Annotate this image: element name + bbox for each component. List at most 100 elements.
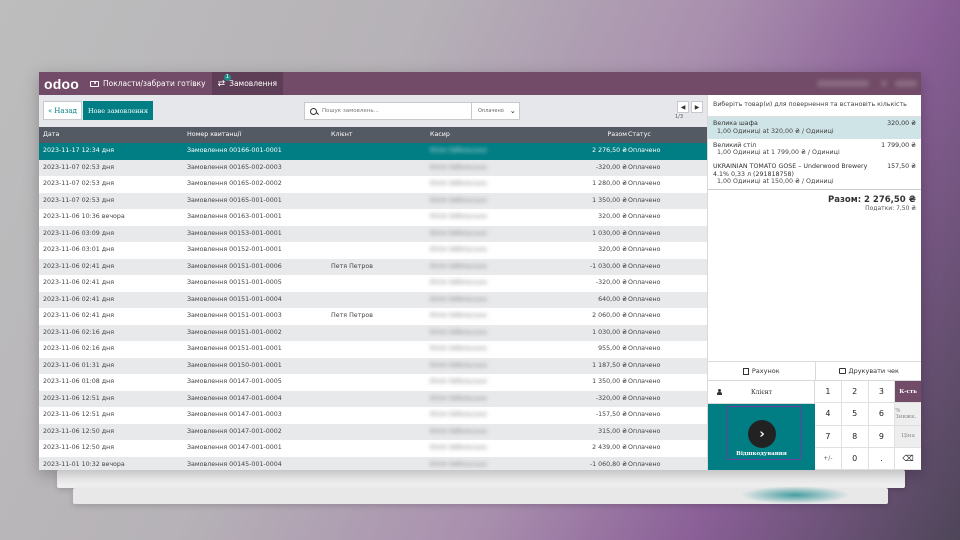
order-cashier: Юлія Забельська <box>430 394 487 402</box>
backspace-button[interactable]: ⌫ <box>895 447 921 470</box>
order-row[interactable]: 2023-11-06 02:41 дня Замовлення 00151-001… <box>39 308 707 325</box>
orders-button[interactable]: ⇄ 1 Замовлення <box>211 72 283 95</box>
orderline-product-name: Велика шафа <box>713 120 758 127</box>
invoice-button[interactable]: Рахунок <box>708 362 816 380</box>
orderline-detail: 1,00 Одиниці at 320,00 ₴ / Одиниці <box>717 127 834 135</box>
header-client: Клієнт <box>331 131 353 138</box>
orders-label: Замовлення <box>229 79 277 88</box>
order-status: Оплачено <box>628 378 661 385</box>
next-page-button[interactable]: ▶ <box>691 101 703 113</box>
order-row[interactable]: 2023-11-07 02:53 дня Замовлення 00165-001… <box>39 192 707 209</box>
client-label: Клієнт <box>751 388 773 396</box>
order-row[interactable]: 2023-11-06 03:01 дня Замовлення 00152-001… <box>39 242 707 259</box>
search-input[interactable] <box>322 108 472 114</box>
order-date: 2023-11-06 02:16 дня <box>43 328 115 336</box>
order-row[interactable]: 2023-11-01 10:32 вечора Замовлення 00145-… <box>39 456 707 470</box>
key-8[interactable]: 8 <box>841 425 869 448</box>
orderline-product-name: Великий стіл <box>713 141 757 149</box>
key-4[interactable]: 4 <box>815 403 842 426</box>
order-row[interactable]: 2023-11-06 12:51 дня Замовлення 00147-001… <box>39 407 707 424</box>
key-0[interactable]: 0 <box>841 447 869 470</box>
order-receipt-number: Замовлення 00147-001-0004 <box>187 394 282 402</box>
discount-mode-button[interactable]: % Знижк. <box>895 403 921 426</box>
order-row[interactable]: 2023-11-06 02:16 дня Замовлення 00151-001… <box>39 341 707 358</box>
key-7[interactable]: 7 <box>815 425 842 448</box>
order-date: 2023-11-07 02:53 дня <box>43 180 115 187</box>
order-date: 2023-11-06 12:50 дня <box>43 444 115 451</box>
orderline[interactable]: Велика шафа 320,00 ₴ 1,00 Одиниці at 320,0… <box>708 117 921 139</box>
odoo-logo: odoo <box>44 75 80 92</box>
order-status: Оплачено <box>628 328 661 336</box>
order-row[interactable]: 2023-11-06 10:36 вечора Замовлення 00163-… <box>39 209 707 226</box>
order-status: Оплачено <box>628 180 661 187</box>
status-filter-select[interactable]: Оплачено ⌄ <box>471 103 519 119</box>
refund-payment-button[interactable]: › Відшкодування <box>708 404 815 470</box>
order-row[interactable]: 2023-11-06 01:31 дня Замовлення 00150-001… <box>39 357 707 374</box>
order-total-amount: 1 350,00 ₴ <box>592 378 627 385</box>
document-icon <box>742 367 749 375</box>
key-2[interactable]: 2 <box>841 381 869 404</box>
order-row[interactable]: 2023-11-07 02:53 дня Замовлення 00165-002… <box>39 159 707 176</box>
order-receipt-number: Замовлення 00166-001-0001 <box>187 147 282 154</box>
price-mode-button[interactable]: Ціна <box>895 425 921 448</box>
order-row[interactable]: 2023-11-06 02:16 дня Замовлення 00151-001… <box>39 324 707 341</box>
order-cashier: Юлія Забельська <box>430 460 487 468</box>
order-cashier: Юлія Забельська <box>430 378 487 385</box>
orderline[interactable]: Великий стіл 1 799,00 ₴ 1,00 Одиниці at 1 … <box>708 139 921 161</box>
top-navbar: odoo Покласти/забрати готівку ⇄ 1 Замовле… <box>39 72 921 95</box>
order-total-amount: 1 187,50 ₴ <box>592 361 627 369</box>
cash-in-out-button[interactable]: Покласти/забрати готівку <box>84 72 212 95</box>
back-arrow-icon: « <box>48 106 53 115</box>
orders-list-panel: « Назад Нове замовлення Оплачено ⌄ ◀ ▶ 1… <box>39 95 707 470</box>
order-receipt-number: Замовлення 00151-001-0005 <box>187 279 282 286</box>
print-receipt-button[interactable]: Друкувати чек <box>816 362 922 380</box>
user-icon <box>717 389 722 395</box>
order-total-amount: 1 030,00 ₴ <box>592 328 627 336</box>
order-client: Петя Петров <box>331 312 373 319</box>
back-button[interactable]: « Назад <box>43 101 82 120</box>
status-filter-value: Оплачено <box>478 108 504 114</box>
orderline[interactable]: UKRAINIAN TOMATO GOSE – Underwood Brewer… <box>708 160 921 189</box>
order-row[interactable]: 2023-11-06 12:50 дня Замовлення 00147-001… <box>39 440 707 457</box>
plus-minus-button[interactable]: +/- <box>815 447 842 470</box>
previous-page-button[interactable]: ◀ <box>677 101 689 113</box>
orders-table-body: 2023-11-17 12:34 дня Замовлення 00166-001… <box>39 143 707 470</box>
key-1[interactable]: 1 <box>815 381 842 404</box>
order-row[interactable]: 2023-11-06 03:09 дня Замовлення 00153-001… <box>39 225 707 242</box>
order-summary: Разом: 2 276,50 ₴ Податки: 7,50 ₴ <box>708 189 921 212</box>
order-row[interactable]: 2023-11-06 02:41 дня Замовлення 00151-001… <box>39 291 707 308</box>
order-row[interactable]: 2023-11-06 02:41 дня Замовлення 00151-001… <box>39 275 707 292</box>
order-row[interactable]: 2023-11-06 02:41 дня Замовлення 00151-001… <box>39 258 707 275</box>
order-row[interactable]: 2023-11-06 01:08 дня Замовлення 00147-001… <box>39 374 707 391</box>
order-row[interactable]: 2023-11-06 12:50 дня Замовлення 00147-001… <box>39 423 707 440</box>
new-order-button[interactable]: Нове замовлення <box>83 101 153 120</box>
order-receipt-number: Замовлення 00153-001-0001 <box>187 229 282 237</box>
order-row[interactable]: 2023-11-17 12:34 дня Замовлення 00166-001… <box>39 143 707 160</box>
decimal-button[interactable]: . <box>868 447 896 470</box>
order-date: 2023-11-06 02:16 дня <box>43 345 115 352</box>
order-row[interactable]: 2023-11-07 02:53 дня Замовлення 00165-002… <box>39 176 707 193</box>
order-total-amount: 955,00 ₴ <box>598 345 627 352</box>
order-status: Оплачено <box>628 262 661 270</box>
order-cashier: Юлія Забельська <box>430 163 487 171</box>
order-date: 2023-11-06 03:09 дня <box>43 229 115 237</box>
quantity-mode-button[interactable]: К-сть <box>895 381 921 404</box>
order-status: Оплачено <box>628 246 661 253</box>
order-receipt-number: Замовлення 00150-001-0001 <box>187 361 282 369</box>
order-status: Оплачено <box>628 411 661 418</box>
order-date: 2023-11-01 10:32 вечора <box>43 460 125 468</box>
order-actions: Рахунок Друкувати чек <box>708 361 921 381</box>
key-6[interactable]: 6 <box>868 403 896 426</box>
order-receipt-number: Замовлення 00165-001-0001 <box>187 196 282 204</box>
order-total-amount: 320,00 ₴ <box>598 213 627 220</box>
key-9[interactable]: 9 <box>868 425 896 448</box>
key-3[interactable]: 3 <box>868 381 896 404</box>
order-row[interactable]: 2023-11-06 12:51 дня Замовлення 00147-001… <box>39 390 707 407</box>
order-cashier: Юлія Забельська <box>430 312 487 319</box>
client-button[interactable]: Клієнт <box>708 381 815 404</box>
key-5[interactable]: 5 <box>841 403 869 426</box>
order-receipt-number: Замовлення 00147-001-0002 <box>187 427 282 435</box>
chevron-right-icon: › <box>748 420 776 448</box>
order-total-amount: 1 030,00 ₴ <box>592 229 627 237</box>
order-total-amount: 2 439,00 ₴ <box>592 444 627 451</box>
